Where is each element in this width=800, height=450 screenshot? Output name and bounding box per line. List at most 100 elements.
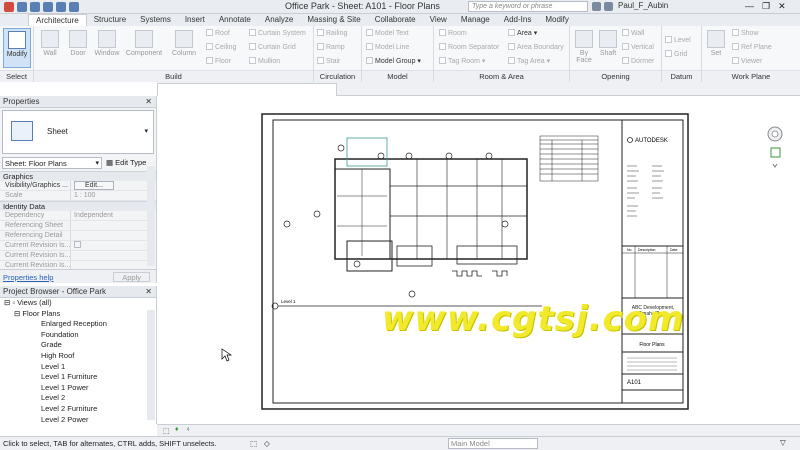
level-button[interactable]: Level [665, 36, 691, 45]
modify-button[interactable]: Modify [3, 28, 31, 68]
wall-opening-icon [622, 29, 629, 36]
roof-button[interactable]: Roof [206, 29, 230, 38]
tab-massing-site[interactable]: Massing & Site [300, 14, 367, 26]
show-workplane-button[interactable]: Show [732, 29, 759, 38]
group-graphics[interactable]: Graphics [0, 171, 156, 182]
mullion-button[interactable]: Mullion [249, 57, 280, 66]
set-workplane-button[interactable]: Set [704, 28, 728, 68]
curtain-system-button[interactable]: Curtain System [249, 29, 306, 38]
panel-title-room-area[interactable]: Room & Area [434, 70, 569, 82]
instance-filter-select[interactable]: Sheet: Floor Plans [2, 156, 102, 169]
revision-checkbox[interactable] [74, 241, 81, 248]
wall-button[interactable]: Wall [36, 28, 64, 68]
tree-node-views[interactable]: ⊟ ▫ Views (all) [0, 298, 156, 309]
panel-title-select[interactable]: Select [0, 70, 33, 82]
sync-icon[interactable]: ◇ [264, 439, 270, 448]
user-name[interactable]: Paul_F_Aubin [618, 1, 668, 10]
tag-area-button[interactable]: Tag Area ▾ [508, 57, 550, 66]
floor-button[interactable]: Floor [206, 57, 231, 66]
tab-manage[interactable]: Manage [454, 14, 497, 26]
tree-item[interactable]: Level 1 [0, 362, 156, 373]
view-tab-sheet[interactable] [157, 83, 337, 96]
tree-item[interactable]: Level 1 Power [0, 383, 156, 394]
close-icon[interactable]: ✕ [778, 1, 786, 12]
properties-scrollbar[interactable] [147, 166, 155, 266]
undo-icon[interactable] [43, 2, 53, 12]
set-workplane-icon [707, 30, 725, 48]
edit-type-button[interactable]: ▦ Edit Type [106, 158, 146, 167]
tab-structure[interactable]: Structure [87, 14, 133, 26]
open-icon[interactable] [17, 2, 27, 12]
close-icon[interactable]: ✕ [145, 286, 152, 298]
drawing-area[interactable]: No. Description Date AUTODESK ABC Develo… [157, 96, 800, 424]
room-separator-label: Room Separator [448, 44, 500, 51]
column-button[interactable]: Column [168, 28, 200, 68]
close-icon[interactable]: ✕ [145, 96, 152, 108]
tab-add-ins[interactable]: Add-Ins [497, 14, 539, 26]
search-input[interactable]: Type a keyword or phrase [468, 1, 588, 12]
filter-icon[interactable]: ▽ [780, 438, 786, 447]
redo-icon[interactable] [56, 2, 66, 12]
dormer-button[interactable]: Dormer [622, 57, 654, 66]
tab-view[interactable]: View [423, 14, 454, 26]
apply-button[interactable]: Apply [113, 272, 150, 282]
tab-collaborate[interactable]: Collaborate [368, 14, 423, 26]
hide-icon[interactable]: ‹ [187, 426, 189, 433]
room-button[interactable]: Room [439, 29, 467, 38]
ramp-button[interactable]: Ramp [317, 43, 345, 52]
tab-modify[interactable]: Modify [538, 14, 576, 26]
model-graphics-icon[interactable]: ♦ [175, 426, 179, 433]
visual-style-icon[interactable]: ⬚ [163, 427, 170, 435]
worksets-icon[interactable]: ⬚ [250, 439, 257, 448]
browser-scrollbar[interactable] [147, 310, 155, 420]
tree-item[interactable]: High Roof [0, 351, 156, 362]
tree-item[interactable]: Grade [0, 340, 156, 351]
tree-item[interactable]: Level 2 Furniture [0, 404, 156, 415]
railing-button[interactable]: Railing [317, 29, 347, 38]
wall-opening-button[interactable]: Wall [622, 29, 644, 38]
model-line-button[interactable]: Model Line [366, 43, 409, 52]
model-text-button[interactable]: Model Text [366, 29, 409, 38]
subscription-icon[interactable] [604, 2, 613, 11]
ref-plane-button[interactable]: Ref Plane [732, 43, 772, 52]
tab-annotate[interactable]: Annotate [212, 14, 258, 26]
tab-analyze[interactable]: Analyze [258, 14, 300, 26]
tab-systems[interactable]: Systems [133, 14, 178, 26]
area-boundary-button[interactable]: Area Boundary [508, 43, 564, 52]
tag-room-button[interactable]: Tag Room ▾ [439, 57, 485, 66]
search-icon[interactable] [592, 2, 601, 11]
shaft-button[interactable]: Shaft [596, 28, 620, 68]
stair-button[interactable]: Stair [317, 57, 340, 66]
area-button[interactable]: Area ▾ [508, 29, 537, 38]
properties-help-link[interactable]: Properties help [3, 273, 53, 282]
model-group-button[interactable]: Model Group ▾ [366, 57, 421, 66]
tree-item[interactable]: Level 2 Power [0, 415, 156, 426]
by-face-button[interactable]: By Face [572, 28, 596, 68]
vertical-opening-button[interactable]: Vertical [622, 43, 654, 52]
room-separator-button[interactable]: Room Separator [439, 43, 499, 52]
type-selector[interactable]: Sheet ▾ [2, 110, 154, 154]
component-button[interactable]: Component [124, 28, 164, 68]
chevron-down-icon[interactable]: ▾ [144, 127, 148, 135]
design-option-select[interactable]: Main Model [448, 438, 538, 449]
visibility-edit-button[interactable]: Edit... [74, 181, 114, 190]
curtain-grid-button[interactable]: Curtain Grid [249, 43, 296, 52]
tree-node-floor-plans[interactable]: ⊟ Floor Plans [0, 309, 156, 320]
viewer-button[interactable]: Viewer [732, 57, 762, 66]
group-identity-data[interactable]: Identity Data [0, 201, 156, 212]
print-icon[interactable] [69, 2, 79, 12]
tab-architecture[interactable]: Architecture [28, 14, 87, 26]
application-menu-icon[interactable] [4, 2, 14, 12]
tree-item[interactable]: Level 1 Furniture [0, 372, 156, 383]
maximize-icon[interactable]: ❐ [762, 1, 770, 12]
ceiling-button[interactable]: Ceiling [206, 43, 236, 52]
window-button[interactable]: Window [92, 28, 122, 68]
tree-item[interactable]: Level 2 [0, 393, 156, 404]
save-icon[interactable] [30, 2, 40, 12]
tab-insert[interactable]: Insert [178, 14, 212, 26]
grid-button[interactable]: Grid [665, 50, 687, 59]
door-button[interactable]: Door [64, 28, 92, 68]
tree-item[interactable]: Enlarged Reception [0, 319, 156, 330]
tree-item[interactable]: Foundation [0, 330, 156, 341]
minimize-icon[interactable]: — [745, 1, 754, 12]
